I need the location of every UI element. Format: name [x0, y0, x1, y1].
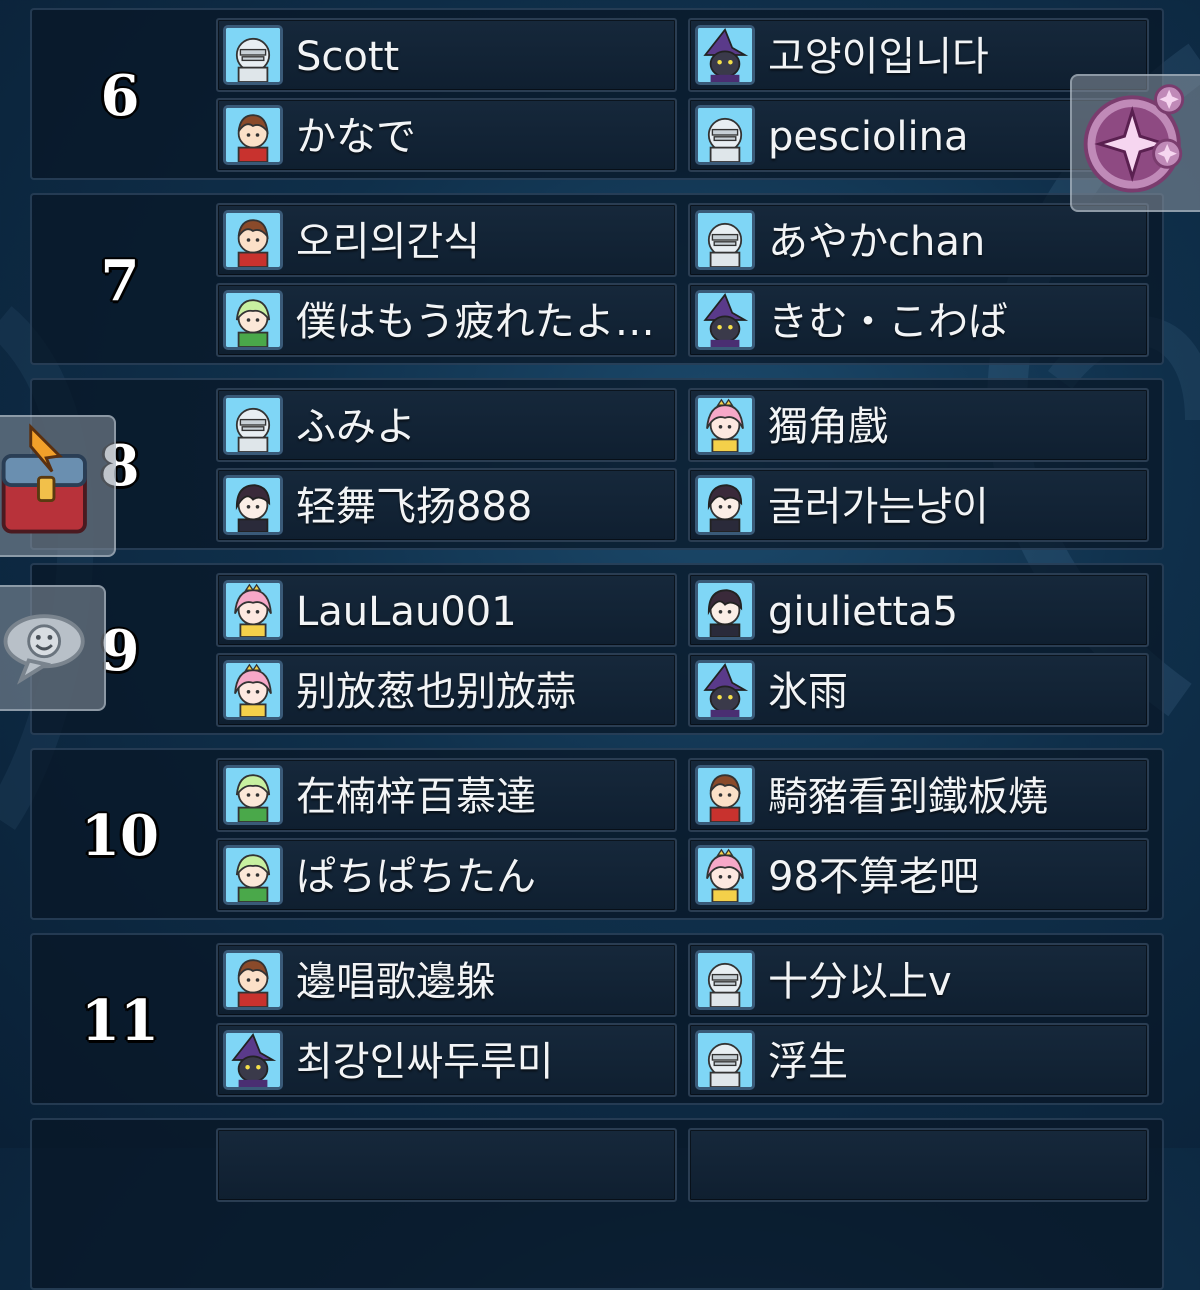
player-name: 騎豬看到鐵板燒	[768, 774, 1048, 820]
knight-icon	[223, 25, 283, 85]
player-slot[interactable]	[216, 1128, 677, 1202]
knight-icon	[223, 395, 283, 455]
player-slot[interactable]	[688, 1128, 1149, 1202]
rank-number: 7	[99, 248, 141, 314]
chat-bubble-icon	[3, 614, 85, 685]
player-name: きむ・こわば	[768, 299, 1008, 345]
pink-princess-icon	[695, 395, 755, 455]
player-slot[interactable]: 僕はもう疲れたよ…	[216, 283, 677, 357]
player-name: ふみよ	[296, 404, 416, 450]
player-slot[interactable]: 氷雨	[688, 653, 1149, 727]
player-name: giulietta5	[768, 589, 959, 635]
player-slot[interactable]: Scott	[216, 18, 677, 92]
rank-number: 11	[80, 988, 161, 1054]
player-name: 浮生	[768, 1039, 848, 1085]
green-elf-icon	[223, 765, 283, 825]
chat-button[interactable]	[0, 585, 106, 711]
sparkle-button[interactable]	[1070, 74, 1200, 212]
player-name: 僕はもう疲れたよ…	[296, 299, 655, 345]
witch-cat-icon	[223, 1030, 283, 1090]
player-slot[interactable]: 오리의간식	[216, 203, 677, 277]
player-slot[interactable]: 浮生	[688, 1023, 1149, 1097]
knight-icon	[695, 105, 755, 165]
player-slot[interactable]: 邊唱歌邊躲	[216, 943, 677, 1017]
dark-hair-rogue-icon	[695, 475, 755, 535]
knight-icon	[695, 1030, 755, 1090]
player-name: 獨角戲	[768, 404, 888, 450]
player-slot[interactable]: ぱちぱちたん	[216, 838, 677, 912]
sparkle-icon	[1083, 84, 1185, 193]
ranking-board: 6 Scott 고양이입니다 かなで pesciolina 7 오리의간식 あやか…	[0, 0, 1200, 1290]
player-name: 十分以上v	[768, 959, 952, 1005]
player-name: 굴러가는냥이	[768, 484, 989, 530]
player-slot[interactable]: 98不算老吧	[688, 838, 1149, 912]
player-name: 氷雨	[768, 669, 848, 715]
player-slot[interactable]: 騎豬看到鐵板燒	[688, 758, 1149, 832]
brown-hair-girl-icon	[695, 765, 755, 825]
player-name: 别放葱也别放蒜	[296, 669, 576, 715]
pink-princess-icon	[223, 580, 283, 640]
dark-hair-rogue-icon	[223, 475, 283, 535]
knight-icon	[695, 210, 755, 270]
player-slot[interactable]: 獨角戲	[688, 388, 1149, 462]
player-slot[interactable]: LauLau001	[216, 573, 677, 647]
player-slot[interactable]: 别放葱也别放蒜	[216, 653, 677, 727]
brown-hair-girl-icon	[223, 105, 283, 165]
player-name: 邊唱歌邊躲	[296, 959, 496, 1005]
rank-number: 10	[80, 803, 161, 869]
knight-icon	[695, 950, 755, 1010]
green-elf-icon	[223, 290, 283, 350]
player-name: 在楠梓百慕達	[296, 774, 536, 820]
treasure-button[interactable]	[0, 415, 116, 557]
dark-hair-rogue-icon	[695, 580, 755, 640]
rank-number: 6	[99, 63, 141, 129]
pink-princess-icon	[695, 845, 755, 905]
player-slot[interactable]: 在楠梓百慕達	[216, 758, 677, 832]
player-name: 오리의간식	[296, 219, 480, 265]
witch-cat-icon	[695, 290, 755, 350]
player-name: 轻舞飞扬888	[296, 484, 533, 530]
player-slot[interactable]: 최강인싸두루미	[216, 1023, 677, 1097]
pink-princess-icon	[223, 660, 283, 720]
player-name: あやかchan	[768, 219, 986, 265]
player-slot[interactable]: かなで	[216, 98, 677, 172]
player-name: ぱちぱちたん	[296, 854, 536, 900]
brown-hair-girl-icon	[223, 950, 283, 1010]
witch-cat-icon	[695, 25, 755, 85]
player-slot[interactable]: きむ・こわば	[688, 283, 1149, 357]
player-slot[interactable]: 굴러가는냥이	[688, 468, 1149, 542]
player-slot[interactable]: ふみよ	[216, 388, 677, 462]
player-name: Scott	[296, 34, 400, 80]
player-name: かなで	[296, 114, 416, 160]
player-slot[interactable]: 十分以上v	[688, 943, 1149, 1017]
brown-hair-girl-icon	[223, 210, 283, 270]
green-elf-icon	[223, 845, 283, 905]
player-slot[interactable]: 轻舞飞扬888	[216, 468, 677, 542]
witch-cat-icon	[695, 660, 755, 720]
treasure-chest-icon	[1, 423, 87, 534]
player-name: 최강인싸두루미	[296, 1039, 554, 1085]
player-name: 98不算老吧	[768, 854, 979, 900]
player-slot[interactable]: あやかchan	[688, 203, 1149, 277]
player-name: LauLau001	[296, 589, 517, 635]
player-slot[interactable]: giulietta5	[688, 573, 1149, 647]
